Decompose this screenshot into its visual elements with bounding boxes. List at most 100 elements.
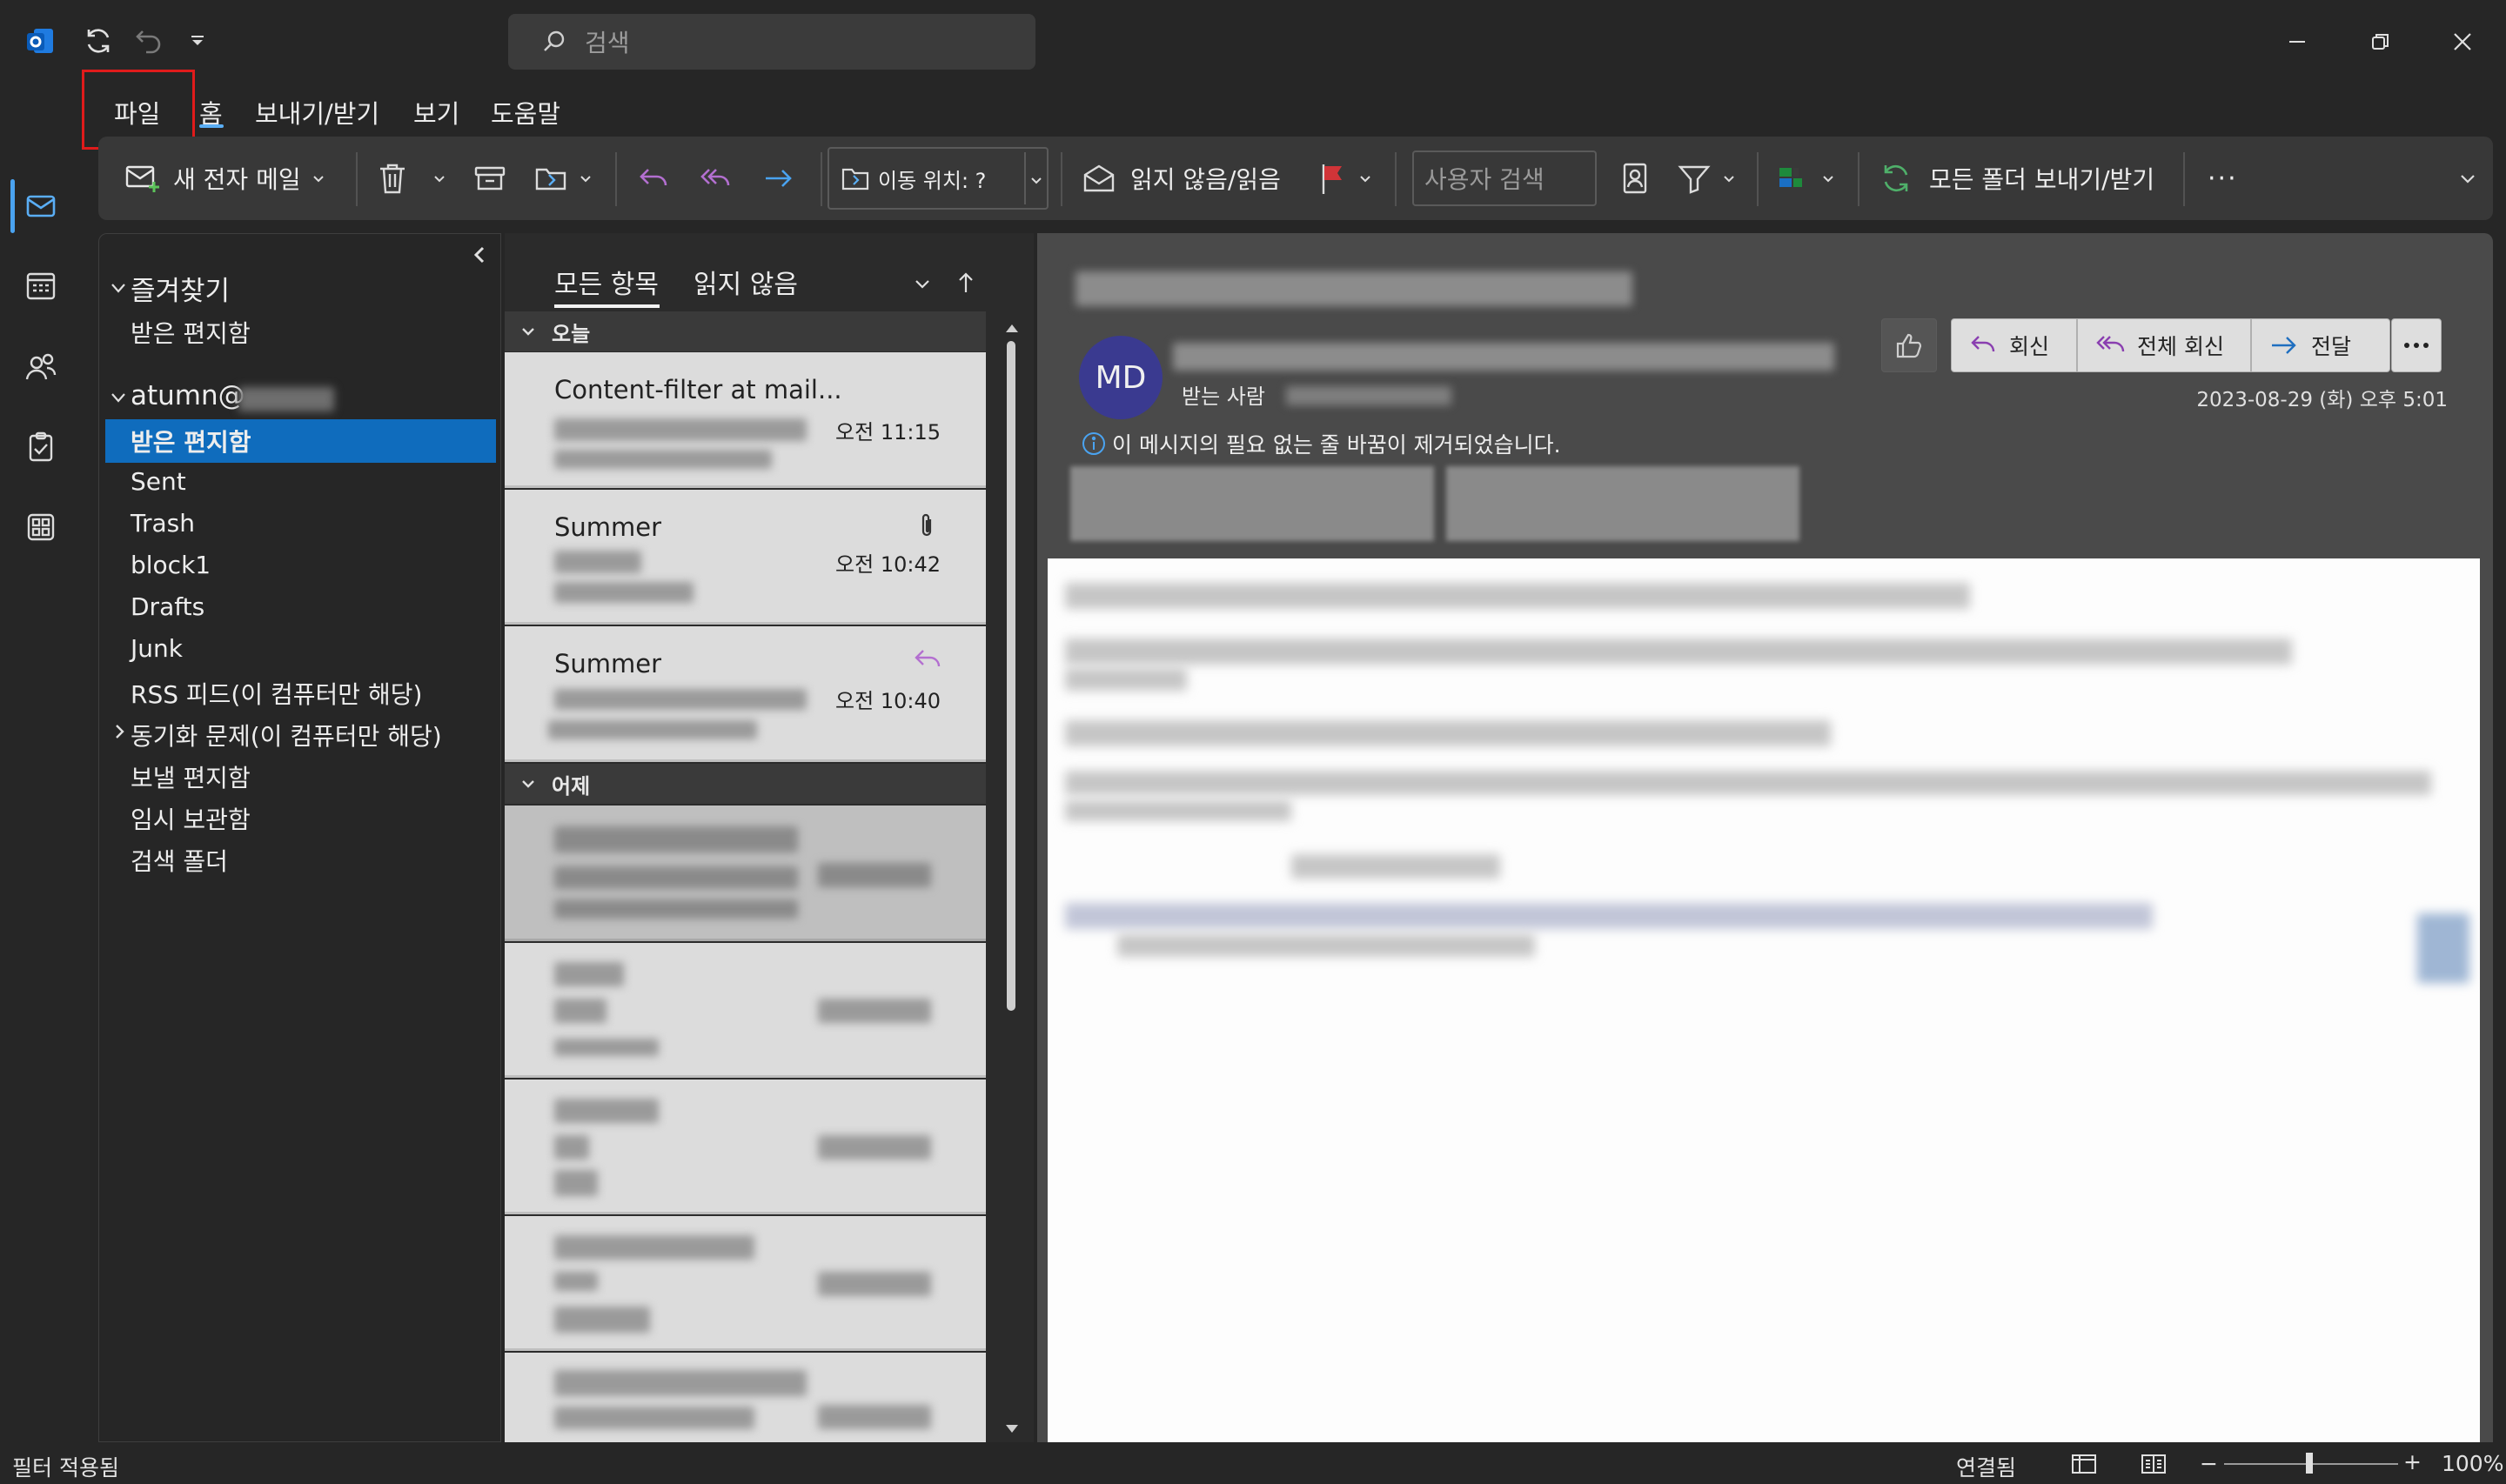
normal-view-icon[interactable] [2071, 1453, 2097, 1475]
like-button[interactable] [1881, 318, 1937, 372]
group-header-today[interactable]: 오늘 [505, 311, 986, 351]
body-link-redacted[interactable] [1065, 903, 2153, 929]
folder-junk[interactable]: Junk [131, 634, 183, 663]
forward-button[interactable] [761, 137, 796, 220]
filter-button[interactable] [1677, 137, 1736, 220]
folder-sync-issues[interactable]: 동기화 문제(이 컴퓨터만 해당) [131, 718, 442, 752]
people-search-placeholder: 사용자 검색 [1424, 165, 1544, 194]
message-time: 오전 10:40 [835, 689, 941, 713]
folder-search-folders[interactable]: 검색 폴더 [131, 843, 228, 878]
message-item[interactable]: Summer 오전 10:42 [505, 490, 986, 625]
read-unread-button[interactable]: 읽지 않음/읽음 [1082, 137, 1281, 220]
message-item[interactable] [505, 1353, 986, 1442]
message-preview-redacted [548, 720, 757, 739]
folder-drafts[interactable]: Drafts [131, 592, 204, 621]
reply-all-action-button[interactable]: 전체 회신 [2077, 318, 2251, 372]
favorites-inbox[interactable]: 받은 편지함 [131, 315, 251, 350]
body-line-redacted [1065, 638, 2292, 665]
zoom-in-icon[interactable]: + [2403, 1449, 2422, 1474]
ribbon-expand-button[interactable] [2458, 137, 2477, 220]
delete-button[interactable] [377, 137, 446, 220]
move-to-dropdown[interactable]: 이동 위치: ? [828, 147, 1049, 210]
forward-action-button[interactable]: 전달 [2251, 318, 2390, 372]
folder-trash[interactable]: Trash [131, 509, 195, 538]
chevron-down-icon[interactable] [110, 279, 127, 297]
scroll-up-icon[interactable] [1004, 322, 1020, 334]
quick-access-chevron-icon[interactable] [176, 19, 219, 63]
message-item[interactable]: Content-filter at mail... 오전 11:15 [505, 352, 986, 488]
reply-all-button[interactable] [699, 137, 734, 220]
sender-avatar[interactable]: MD [1079, 336, 1163, 419]
chevron-down-icon [1031, 177, 1042, 184]
sort-arrow-up-icon[interactable] [957, 271, 975, 294]
tab-send-receive[interactable]: 보내기/받기 [255, 94, 379, 130]
folder-rss[interactable]: RSS 피드(이 컴퓨터만 해당) [131, 676, 422, 711]
folder-block1[interactable]: block1 [131, 551, 211, 579]
rail-mail-icon[interactable] [0, 171, 82, 241]
tab-unread[interactable]: 읽지 않음 [694, 263, 798, 301]
people-search-input[interactable]: 사용자 검색 [1412, 150, 1597, 206]
group-header-yesterday[interactable]: 어제 [505, 764, 986, 804]
outlook-logo-icon [19, 19, 63, 63]
tab-view[interactable]: 보기 [413, 94, 459, 130]
reply-icon [1971, 336, 1995, 352]
message-item[interactable] [505, 1080, 986, 1214]
sort-chevron-down-icon[interactable] [914, 277, 931, 292]
tab-all-items[interactable]: 모든 항목 [554, 263, 659, 301]
attachment-redacted[interactable] [1070, 466, 1434, 541]
collapse-pane-icon[interactable] [472, 244, 487, 265]
reading-view-icon[interactable] [2141, 1453, 2167, 1475]
rail-calendar-icon[interactable] [0, 251, 82, 320]
zoom-level[interactable]: 100% [2442, 1451, 2503, 1476]
more-actions-button[interactable] [2391, 318, 2442, 372]
folder-drafts-kr[interactable]: 임시 보관함 [131, 801, 251, 836]
body-line-redacted [1065, 800, 1291, 821]
flag-button[interactable] [1318, 137, 1372, 220]
reply-action-button[interactable]: 회신 [1951, 318, 2077, 372]
folder-sent[interactable]: Sent [131, 467, 186, 496]
zoom-slider-thumb[interactable] [2306, 1453, 2313, 1474]
search-input[interactable]: 검색 [508, 14, 1035, 70]
sync-icon[interactable] [77, 19, 120, 63]
tab-file[interactable]: 파일 [114, 94, 160, 130]
group-label-today: 오늘 [552, 321, 591, 346]
scroll-thumb[interactable] [1007, 341, 1015, 1011]
close-button[interactable] [2438, 17, 2487, 66]
folder-outbox[interactable]: 보낼 편지함 [131, 759, 251, 794]
account-header[interactable]: atumn@ [131, 380, 245, 411]
ribbon: 새 전자 메일 이동 위치: ? 읽지 않음/읽음 사용자 검색 모든 폴더 보… [98, 137, 2493, 220]
undo-icon[interactable] [127, 19, 171, 63]
send-receive-all-button[interactable]: 모든 폴더 보내기/받기 [1879, 137, 2154, 220]
rail-tasks-icon[interactable] [0, 412, 82, 482]
minimize-button[interactable] [2273, 17, 2322, 66]
archive-button[interactable] [472, 137, 507, 220]
attachment-redacted[interactable] [1446, 466, 1799, 541]
message-item[interactable] [505, 1216, 986, 1351]
body-line-redacted [1117, 934, 1535, 957]
line-break-notice[interactable]: 이 메시지의 필요 없는 줄 바꿈이 제거되었습니다. [1081, 428, 1561, 459]
chevron-right-icon[interactable] [113, 723, 125, 740]
scroll-down-icon[interactable] [1004, 1423, 1020, 1435]
message-item[interactable]: Summer 오전 10:40 [505, 626, 986, 762]
message-list-scrollbar[interactable] [1002, 317, 1022, 1439]
tab-active-underline [554, 304, 660, 308]
folder-inbox[interactable]: 받은 편지함 [131, 424, 251, 458]
message-item-selected[interactable] [505, 806, 986, 941]
new-mail-button[interactable]: 새 전자 메일 [124, 137, 325, 220]
more-commands-button[interactable]: ··· [2208, 137, 2238, 220]
chevron-down-icon[interactable] [110, 389, 127, 406]
address-book-button[interactable] [1619, 137, 1651, 220]
zoom-out-icon[interactable]: − [2200, 1451, 2218, 1476]
tab-help[interactable]: 도움말 [491, 94, 560, 130]
favorites-header[interactable]: 즐겨찾기 [131, 269, 230, 308]
restore-button[interactable] [2356, 17, 2405, 66]
apps-button[interactable] [1776, 137, 1835, 220]
message-sender: Content-filter at mail... [554, 375, 842, 404]
rail-apps-icon[interactable] [0, 492, 82, 562]
reply-button[interactable] [636, 137, 671, 220]
rail-people-icon[interactable] [0, 332, 82, 402]
message-item[interactable] [505, 943, 986, 1078]
move-button[interactable] [533, 137, 593, 220]
body-line-redacted [1065, 583, 1970, 609]
chevron-down-icon [580, 176, 591, 183]
